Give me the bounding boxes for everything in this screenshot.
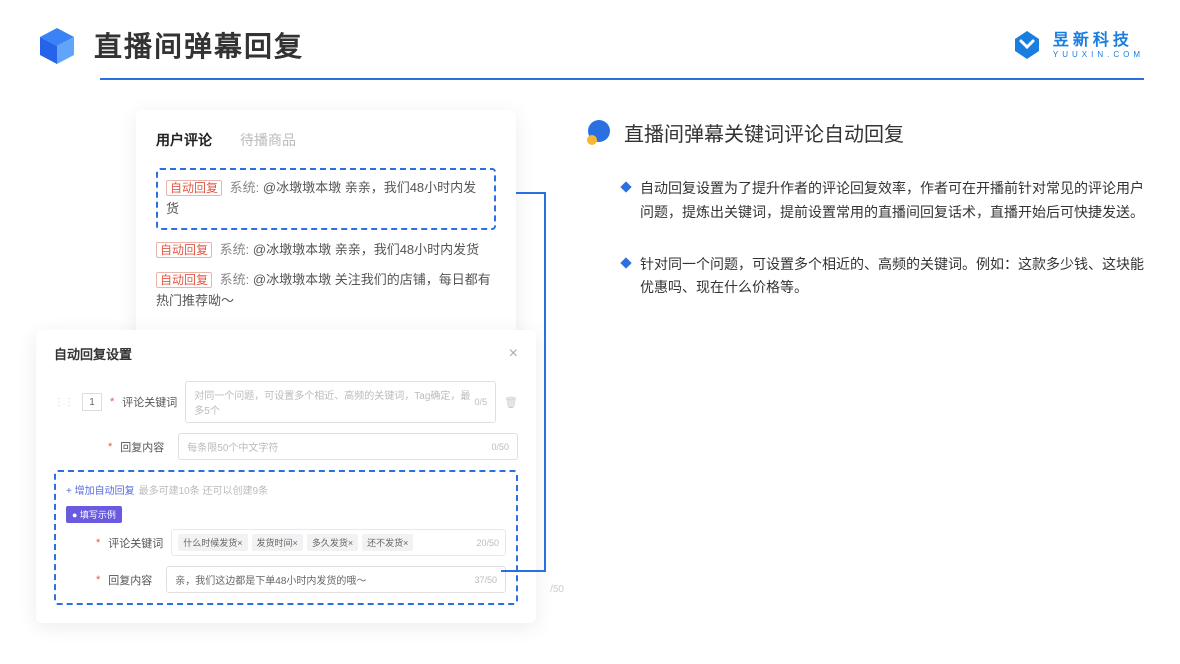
connector-line [516, 192, 546, 194]
ex-content-count: 37/50 [474, 575, 497, 585]
ex-content-value: 亲，我们这边都是下单48小时内发货的哦～ [175, 572, 366, 587]
comment-row: 自动回复 系统: @冰墩墩本墩 关注我们的店铺，每日都有热门推荐呦～ [156, 270, 496, 312]
system-prefix: 系统: [220, 272, 250, 287]
close-icon[interactable]: × [509, 345, 518, 363]
ex-content-label: 回复内容 [108, 572, 158, 588]
content-label: 回复内容 [120, 439, 170, 455]
modal-title: 自动回复设置 [54, 344, 132, 363]
screenshot-stack: 用户评论 待播商品 自动回复 系统: @冰墩墩本墩 亲亲，我们48小时内发货 自… [36, 110, 556, 590]
stray-count: /50 [550, 584, 564, 595]
comments-card: 用户评论 待播商品 自动回复 系统: @冰墩墩本墩 亲亲，我们48小时内发货 自… [136, 110, 516, 346]
example-block: + 增加自动回复 最多可建10条 还可以创建9条 ● 填写示例 * 评论关键词 … [54, 470, 518, 605]
auto-reply-tag: 自动回复 [156, 242, 212, 258]
required-dot: * [108, 441, 112, 453]
index-box: 1 [82, 393, 102, 411]
ex-keyword-label: 评论关键词 [108, 535, 163, 551]
example-content-row: * 回复内容 亲，我们这边都是下单48小时内发货的哦～ 37/50 [66, 566, 506, 593]
diamond-bullet-icon [620, 181, 631, 192]
example-keyword-row: * 评论关键词 什么时候发货× 发货时间× 多久发货× 还不发货× 20/50 [66, 529, 506, 556]
keyword-row: ⋮⋮ 1 * 评论关键词 对同一个问题，可设置多个相近、高频的关键词，Tag确定… [54, 381, 518, 423]
example-keyword-input[interactable]: 什么时候发货× 发货时间× 多久发货× 还不发货× 20/50 [171, 529, 506, 556]
settings-card: 自动回复设置 × ⋮⋮ 1 * 评论关键词 对同一个问题，可设置多个相近、高频的… [36, 330, 536, 623]
brand-name-en: YUUXIN.COM [1053, 50, 1144, 60]
cube-icon [36, 24, 78, 66]
keyword-placeholder: 对同一个问题，可设置多个相近、高频的关键词，Tag确定，最多5个 [194, 387, 474, 417]
brand: 昱新科技 YUUXIN.COM [1011, 29, 1144, 61]
feature-title: 直播间弹幕关键词评论自动回复 [624, 118, 904, 147]
add-hint: 最多可建10条 还可以创建9条 [139, 482, 268, 497]
drag-handle-icon[interactable]: ⋮⋮ [54, 397, 74, 408]
page-header: 直播间弹幕回复 昱新科技 YUUXIN.COM [0, 0, 1180, 66]
bullet-item: 针对同一个问题，可设置多个相近的、高频的关键词。例如：这款多少钱、这块能优惠吗、… [586, 253, 1144, 301]
keyword-tag[interactable]: 发货时间× [252, 534, 303, 551]
highlighted-comment: 自动回复 系统: @冰墩墩本墩 亲亲，我们48小时内发货 [156, 168, 496, 230]
system-prefix: 系统: [230, 180, 260, 195]
brand-logo-icon [1011, 29, 1043, 61]
delete-icon[interactable]: 🗑 [504, 396, 518, 409]
page-title: 直播间弹幕回复 [94, 25, 304, 65]
required-dot: * [96, 537, 100, 549]
bullet-item: 自动回复设置为了提升作者的评论回复效率，作者可在开播前针对常见的评论用户问题，提… [586, 177, 1144, 225]
keyword-label: 评论关键词 [122, 394, 177, 410]
system-prefix: 系统: [220, 242, 250, 257]
connector-line [501, 570, 546, 572]
bullet-text: 自动回复设置为了提升作者的评论回复效率，作者可在开播前针对常见的评论用户问题，提… [640, 177, 1144, 225]
bullet-text: 针对同一个问题，可设置多个相近的、高频的关键词。例如：这款多少钱、这块能优惠吗、… [640, 253, 1144, 301]
keyword-input[interactable]: 对同一个问题，可设置多个相近、高频的关键词，Tag确定，最多5个 0/5 [185, 381, 496, 423]
keyword-tag[interactable]: 什么时候发货× [178, 534, 247, 551]
keyword-tag[interactable]: 还不发货× [362, 534, 413, 551]
tab-pending-goods[interactable]: 待播商品 [240, 130, 296, 150]
feature-icon [586, 120, 612, 146]
feature-heading: 直播间弹幕关键词评论自动回复 [586, 118, 1144, 147]
add-auto-reply-link[interactable]: + 增加自动回复 最多可建10条 还可以创建9条 [66, 482, 506, 497]
required-dot: * [110, 396, 114, 408]
auto-reply-tag: 自动回复 [166, 180, 222, 196]
required-dot: * [96, 574, 100, 586]
content-placeholder: 每条限50个中文字符 [187, 439, 278, 454]
tab-user-comments[interactable]: 用户评论 [156, 130, 212, 150]
comment-text: @冰墩墩本墩 亲亲，我们48小时内发货 [253, 242, 479, 257]
example-content-input[interactable]: 亲，我们这边都是下单48小时内发货的哦～ 37/50 [166, 566, 506, 593]
description-column: 直播间弹幕关键词评论自动回复 自动回复设置为了提升作者的评论回复效率，作者可在开… [586, 110, 1144, 590]
content-input[interactable]: 每条限50个中文字符 0/50 [178, 433, 518, 460]
header-left: 直播间弹幕回复 [36, 24, 304, 66]
keyword-count: 0/5 [475, 397, 488, 407]
keyword-tag[interactable]: 多久发货× [307, 534, 358, 551]
content-count: 0/50 [491, 442, 509, 452]
ex-keyword-count: 20/50 [476, 538, 499, 548]
example-badge: ● 填写示例 [66, 506, 122, 523]
connector-line [544, 192, 546, 572]
brand-name-cn: 昱新科技 [1053, 31, 1144, 50]
auto-reply-tag: 自动回复 [156, 272, 212, 288]
diamond-bullet-icon [620, 257, 631, 268]
content-row: * 回复内容 每条限50个中文字符 0/50 [54, 433, 518, 460]
comment-row: 自动回复 系统: @冰墩墩本墩 亲亲，我们48小时内发货 [156, 240, 496, 261]
tabs: 用户评论 待播商品 [156, 130, 496, 150]
